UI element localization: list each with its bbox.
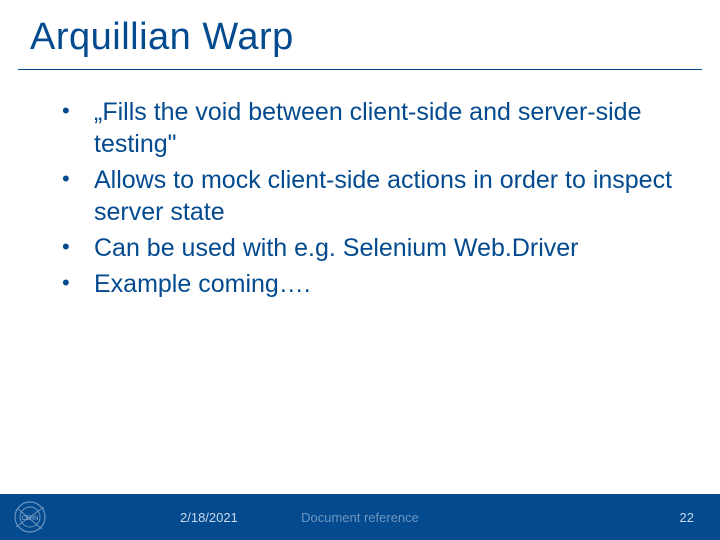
bullet-item: Can be used with e.g. Selenium Web.Drive… (60, 232, 674, 264)
slide-body: „Fills the void between client-side and … (0, 70, 720, 540)
cern-logo-icon: CERN (0, 499, 60, 535)
slide: Arquillian Warp „Fills the void between … (0, 0, 720, 540)
bullet-item: Example coming…. (60, 268, 674, 300)
bullet-list: „Fills the void between client-side and … (60, 96, 674, 300)
bullet-item: „Fills the void between client-side and … (60, 96, 674, 160)
footer-date: 2/18/2021 (180, 510, 238, 525)
bullet-item: Allows to mock client-side actions in or… (60, 164, 674, 228)
slide-title: Arquillian Warp (0, 0, 720, 69)
footer-page-number: 22 (680, 510, 694, 525)
svg-text:CERN: CERN (21, 516, 38, 522)
footer-docref: Document reference (0, 510, 720, 525)
slide-footer: CERN 2/18/2021 Document reference 22 (0, 494, 720, 540)
